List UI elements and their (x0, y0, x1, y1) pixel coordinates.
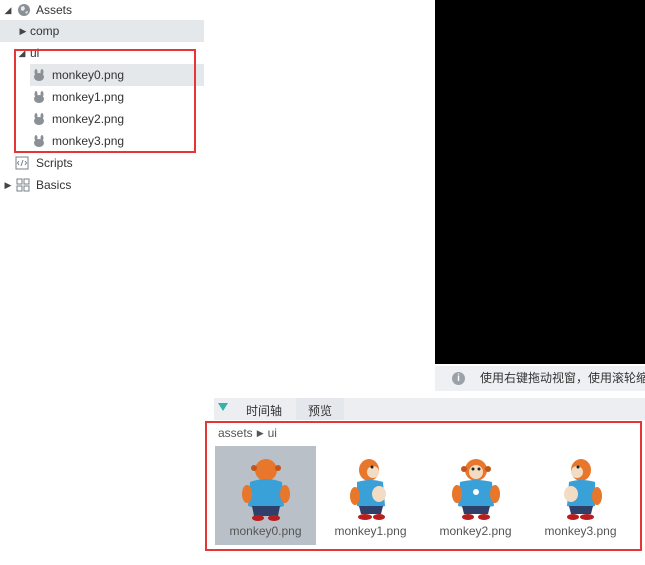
tree-label-scripts: Scripts (36, 156, 73, 170)
tree-item-scripts[interactable]: Scripts (0, 152, 204, 174)
hint-bar: i 使用右键拖动视窗，使用滚轮缩放 (435, 366, 645, 391)
hint-text: 使用右键拖动视窗，使用滚轮缩放 (480, 371, 645, 385)
highlight-box-assets (205, 421, 642, 551)
tab-timeline[interactable]: 时间轴 (234, 398, 294, 420)
scene-viewport[interactable] (435, 0, 645, 364)
tree-item-basics[interactable]: ▶ Basics (0, 174, 204, 196)
tree-label-basics: Basics (36, 178, 72, 192)
info-icon: i (452, 372, 465, 385)
tab-bar: 时间轴 预览 (214, 398, 645, 420)
expanded-arrow-icon[interactable]: ◢ (3, 0, 13, 21)
tree-item-comp[interactable]: ▶ comp (0, 20, 204, 42)
script-icon (15, 156, 29, 170)
tree-label-comp: comp (30, 24, 60, 38)
collapsed-arrow-icon[interactable]: ▶ (18, 20, 28, 42)
highlight-box-tree (14, 49, 196, 153)
tree-item-assets[interactable]: ◢ Assets (0, 0, 205, 21)
grid-icon (16, 178, 30, 192)
tree-label-assets: Assets (36, 3, 73, 17)
collapsed-arrow-icon[interactable]: ▶ (3, 174, 13, 196)
collapse-triangle-icon[interactable] (218, 403, 228, 411)
tab-preview[interactable]: 预览 (296, 398, 345, 420)
globe-icon (18, 4, 30, 16)
